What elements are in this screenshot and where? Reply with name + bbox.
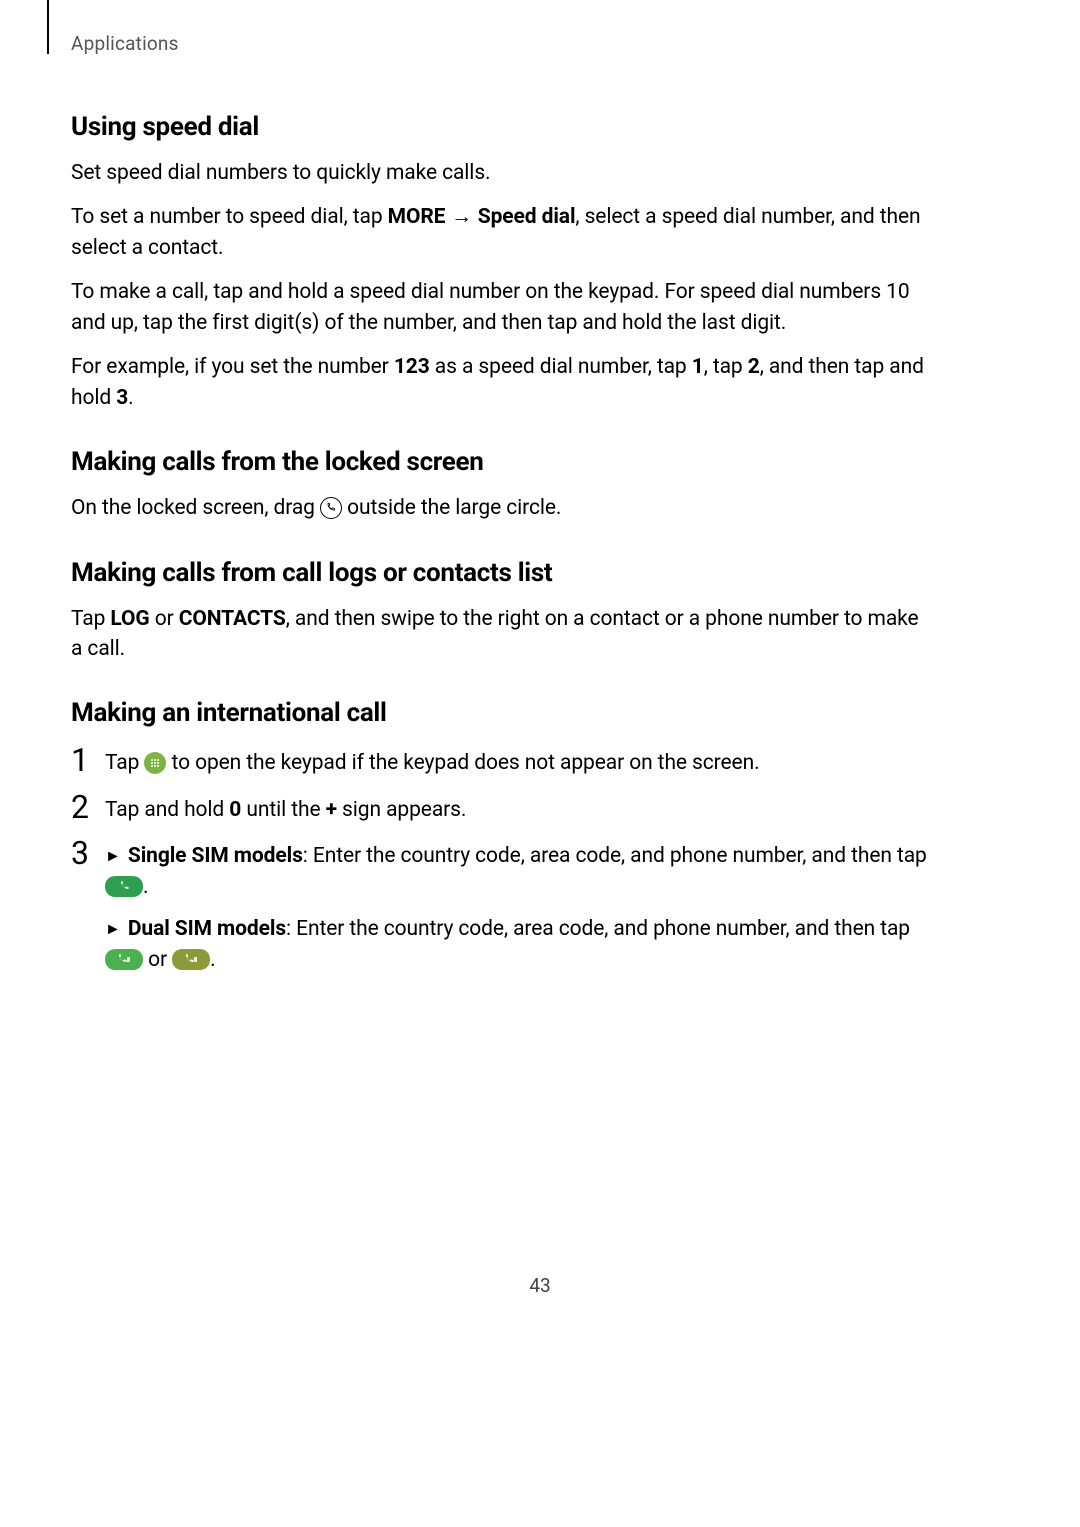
step-3-extra: ► Dual SIM models: Enter the country cod…	[105, 914, 933, 975]
phone-outline-icon	[320, 497, 342, 519]
digit: 0	[229, 798, 241, 822]
paragraph: To set a number to speed dial, tap MORE …	[71, 202, 933, 263]
paragraph: To make a call, tap and hold a speed dia…	[71, 277, 933, 338]
text: Tap and hold	[105, 798, 229, 822]
triangle-bullet-icon: ►	[105, 844, 121, 867]
step-text: ► Single SIM models: Enter the country c…	[105, 837, 933, 902]
text: or	[150, 607, 179, 631]
text: Tap	[71, 607, 110, 631]
text: , tap	[704, 355, 748, 379]
step-number: 2	[71, 791, 105, 825]
text: or	[143, 948, 172, 972]
text: sign appears.	[337, 798, 466, 822]
digit: 1	[692, 355, 704, 379]
call-button-icon	[105, 876, 143, 897]
example-number: 123	[394, 355, 430, 379]
digit: 3	[116, 386, 128, 410]
heading-locked-screen: Making calls from the locked screen	[71, 447, 933, 477]
step-2: 2 Tap and hold 0 until the + sign appear…	[71, 791, 933, 825]
header-rule	[47, 0, 49, 54]
ui-label-speed-dial: Speed dial	[478, 205, 576, 229]
arrow-right-icon: →	[445, 205, 477, 228]
heading-speed-dial: Using speed dial	[71, 112, 933, 142]
call-sim1-icon	[105, 949, 143, 970]
plus-sign: +	[326, 798, 337, 822]
paragraph: Set speed dial numbers to quickly make c…	[71, 158, 933, 188]
text: : Enter the country code, area code, and…	[286, 917, 910, 941]
text: until the	[241, 798, 325, 822]
paragraph: On the locked screen, drag outside the l…	[71, 493, 933, 523]
digit: 2	[748, 355, 760, 379]
text: to open the keypad if the keypad does no…	[172, 751, 760, 775]
triangle-bullet-icon: ►	[105, 917, 121, 940]
keypad-icon	[144, 752, 166, 774]
text: On the locked screen, drag	[71, 496, 320, 520]
step-3: 3 ► Single SIM models: Enter the country…	[71, 837, 933, 902]
page-number: 43	[0, 1274, 1080, 1297]
paragraph: Tap LOG or CONTACTS, and then swipe to t…	[71, 604, 933, 665]
paragraph: For example, if you set the number 123 a…	[71, 352, 933, 413]
step-text: Tap and hold 0 until the + sign appears.	[105, 791, 933, 825]
ui-label-contacts: CONTACTS	[179, 607, 286, 631]
text: Tap	[105, 751, 144, 775]
step-number: 3	[71, 837, 105, 871]
step-text: Tap to open the keypad if the keypad doe…	[105, 744, 933, 778]
text: .	[210, 948, 215, 972]
text: as a speed dial number, tap	[430, 355, 692, 379]
ui-label-more: MORE	[388, 205, 446, 229]
step-1: 1 Tap to open the keypad if the keypad d…	[71, 744, 933, 778]
text: .	[128, 386, 133, 410]
page-content: Using speed dial Set speed dial numbers …	[71, 112, 933, 989]
text: : Enter the country code, area code, and…	[303, 844, 927, 868]
text: .	[143, 875, 148, 899]
heading-call-logs: Making calls from call logs or contacts …	[71, 558, 933, 588]
ui-label-log: LOG	[110, 607, 149, 631]
model-label-dual-sim: Dual SIM models	[128, 917, 286, 941]
heading-international: Making an international call	[71, 698, 933, 728]
model-label-single-sim: Single SIM models	[128, 844, 303, 868]
text: outside the large circle.	[347, 496, 561, 520]
step-number: 1	[71, 744, 105, 778]
header-breadcrumb: Applications	[71, 32, 179, 55]
call-sim2-icon	[172, 949, 210, 970]
text: For example, if you set the number	[71, 355, 394, 379]
text: To set a number to speed dial, tap	[71, 205, 388, 229]
